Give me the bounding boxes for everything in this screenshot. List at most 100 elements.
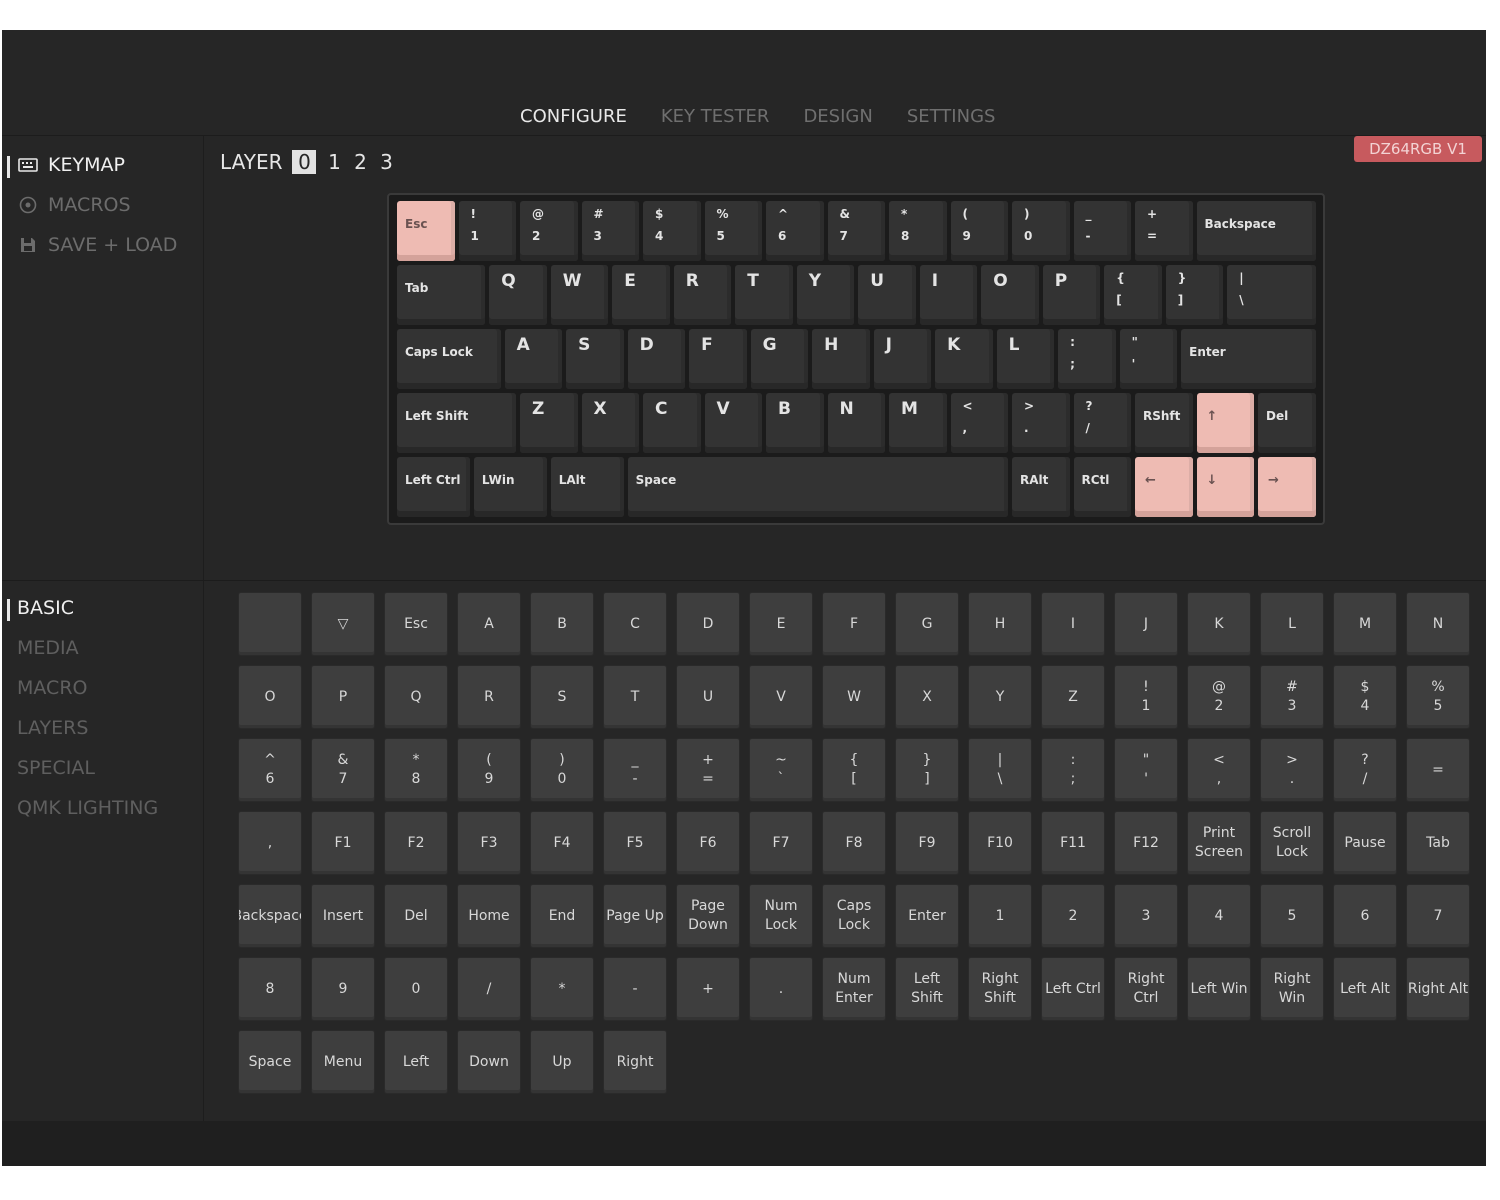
- key-u[interactable]: U: [858, 265, 916, 325]
- keycode-f1[interactable]: F1: [311, 811, 375, 875]
- keycode-right[interactable]: Right: [603, 1030, 667, 1094]
- keycode-x[interactable]: X: [895, 665, 959, 729]
- key-left-shift[interactable]: Left Shift: [397, 393, 516, 453]
- keycode-[interactable]: .: [749, 957, 813, 1021]
- keycode-v[interactable]: V: [749, 665, 813, 729]
- key--[interactable]: ↓: [1196, 457, 1254, 517]
- key--[interactable]: :;: [1058, 329, 1116, 389]
- keycode-g[interactable]: G: [895, 592, 959, 656]
- key-x[interactable]: X: [581, 393, 639, 453]
- keycode-7[interactable]: & 7: [311, 738, 375, 802]
- keycode-9[interactable]: ( 9: [457, 738, 521, 802]
- keycode-[interactable]: /: [457, 957, 521, 1021]
- key-space[interactable]: Space: [627, 457, 1008, 517]
- key-y[interactable]: Y: [796, 265, 855, 325]
- key--7[interactable]: & 7: [827, 201, 885, 261]
- key-lalt[interactable]: LAlt: [550, 457, 624, 517]
- keycode-page-up[interactable]: Page Up: [603, 884, 667, 948]
- key-lwin[interactable]: LWin: [473, 457, 547, 517]
- keycode-t[interactable]: T: [603, 665, 667, 729]
- keycode-scroll-lock[interactable]: Scroll Lock: [1260, 811, 1324, 875]
- key-del[interactable]: Del: [1258, 393, 1316, 453]
- key-o[interactable]: O: [981, 265, 1039, 325]
- keycode-right-shift[interactable]: Right Shift: [968, 957, 1032, 1021]
- keycode-f6[interactable]: F6: [676, 811, 740, 875]
- tab-configure[interactable]: CONFIGURE: [520, 106, 627, 127]
- key-k[interactable]: K: [935, 329, 993, 389]
- keycode-3[interactable]: 3: [1114, 884, 1178, 948]
- keycode-[interactable]: { [: [822, 738, 886, 802]
- keycode-o[interactable]: O: [238, 665, 302, 729]
- keycode-tab[interactable]: Tab: [1406, 811, 1470, 875]
- keycode-backspace[interactable]: Backspace: [238, 884, 302, 948]
- keycode-1[interactable]: 1: [968, 884, 1032, 948]
- keycode-n[interactable]: N: [1406, 592, 1470, 656]
- device-badge[interactable]: DZ64RGB V1: [1354, 136, 1482, 162]
- key-v[interactable]: V: [704, 393, 762, 453]
- key-i[interactable]: I: [919, 265, 978, 325]
- keycode-print-screen[interactable]: Print Screen: [1187, 811, 1251, 875]
- key-l[interactable]: L: [996, 329, 1055, 389]
- keycode-6[interactable]: 6: [1333, 884, 1397, 948]
- keycode-f2[interactable]: F2: [384, 811, 448, 875]
- key--[interactable]: _ -: [1073, 201, 1131, 261]
- keycode-4[interactable]: $ 4: [1333, 665, 1397, 729]
- keycode-h[interactable]: H: [968, 592, 1032, 656]
- keycode-space[interactable]: Space: [238, 1030, 302, 1094]
- keycode-left-win[interactable]: Left Win: [1187, 957, 1251, 1021]
- key--9[interactable]: (9: [950, 201, 1008, 261]
- key-left-ctrl[interactable]: Left Ctrl: [397, 457, 470, 517]
- keycode-right-ctrl[interactable]: Right Ctrl: [1114, 957, 1178, 1021]
- keycode-del[interactable]: Del: [384, 884, 448, 948]
- keycode-0[interactable]: 0: [384, 957, 448, 1021]
- key-c[interactable]: C: [643, 393, 701, 453]
- key--[interactable]: | \: [1227, 265, 1316, 325]
- key--[interactable]: <,: [950, 393, 1008, 453]
- keycode-[interactable]: ,: [238, 811, 302, 875]
- keycode-3[interactable]: # 3: [1260, 665, 1324, 729]
- tab-settings[interactable]: SETTINGS: [907, 106, 996, 127]
- keycode-esc[interactable]: Esc: [384, 592, 448, 656]
- keycode-[interactable]: < ,: [1187, 738, 1251, 802]
- keycode-left-alt[interactable]: Left Alt: [1333, 957, 1397, 1021]
- keycode-e[interactable]: E: [749, 592, 813, 656]
- key-r[interactable]: R: [673, 265, 732, 325]
- keycode-f9[interactable]: F9: [895, 811, 959, 875]
- keycode-b[interactable]: B: [530, 592, 594, 656]
- keycode-l[interactable]: L: [1260, 592, 1324, 656]
- layer-3-button[interactable]: 3: [378, 150, 394, 174]
- key-w[interactable]: W: [550, 265, 609, 325]
- keycode-8[interactable]: 8: [238, 957, 302, 1021]
- key--4[interactable]: $4: [643, 201, 701, 261]
- keycode-caps-lock[interactable]: Caps Lock: [822, 884, 886, 948]
- keycode-8[interactable]: * 8: [384, 738, 448, 802]
- keycode-[interactable]: + =: [676, 738, 740, 802]
- keycode-7[interactable]: 7: [1406, 884, 1470, 948]
- key-d[interactable]: D: [627, 329, 686, 389]
- keycode-d[interactable]: D: [676, 592, 740, 656]
- sidebar-item-macros[interactable]: MACROS: [18, 194, 131, 216]
- category-special[interactable]: SPECIAL: [17, 757, 95, 779]
- keycode-1[interactable]: ! 1: [1114, 665, 1178, 729]
- key-ralt[interactable]: RAlt: [1012, 457, 1070, 517]
- key-caps-lock[interactable]: Caps Lock: [397, 329, 501, 389]
- key--[interactable]: ↑: [1196, 393, 1254, 453]
- keycode-up[interactable]: Up: [530, 1030, 594, 1094]
- key--1[interactable]: ! 1: [458, 201, 516, 261]
- key-q[interactable]: Q: [489, 265, 547, 325]
- key-g[interactable]: G: [750, 329, 809, 389]
- key-e[interactable]: E: [612, 265, 670, 325]
- keycode-s[interactable]: S: [530, 665, 594, 729]
- key-s[interactable]: S: [566, 329, 624, 389]
- keycode-left-shift[interactable]: Left Shift: [895, 957, 959, 1021]
- key--6[interactable]: ^ 6: [766, 201, 824, 261]
- keycode-f11[interactable]: F11: [1041, 811, 1105, 875]
- keycode-f3[interactable]: F3: [457, 811, 521, 875]
- keycode-c[interactable]: C: [603, 592, 667, 656]
- keycode-right-win[interactable]: Right Win: [1260, 957, 1324, 1021]
- keycode-5[interactable]: 5: [1260, 884, 1324, 948]
- keycode-num-enter[interactable]: Num Enter: [822, 957, 886, 1021]
- keycode-p[interactable]: P: [311, 665, 375, 729]
- keycode-enter[interactable]: Enter: [895, 884, 959, 948]
- keycode-i[interactable]: I: [1041, 592, 1105, 656]
